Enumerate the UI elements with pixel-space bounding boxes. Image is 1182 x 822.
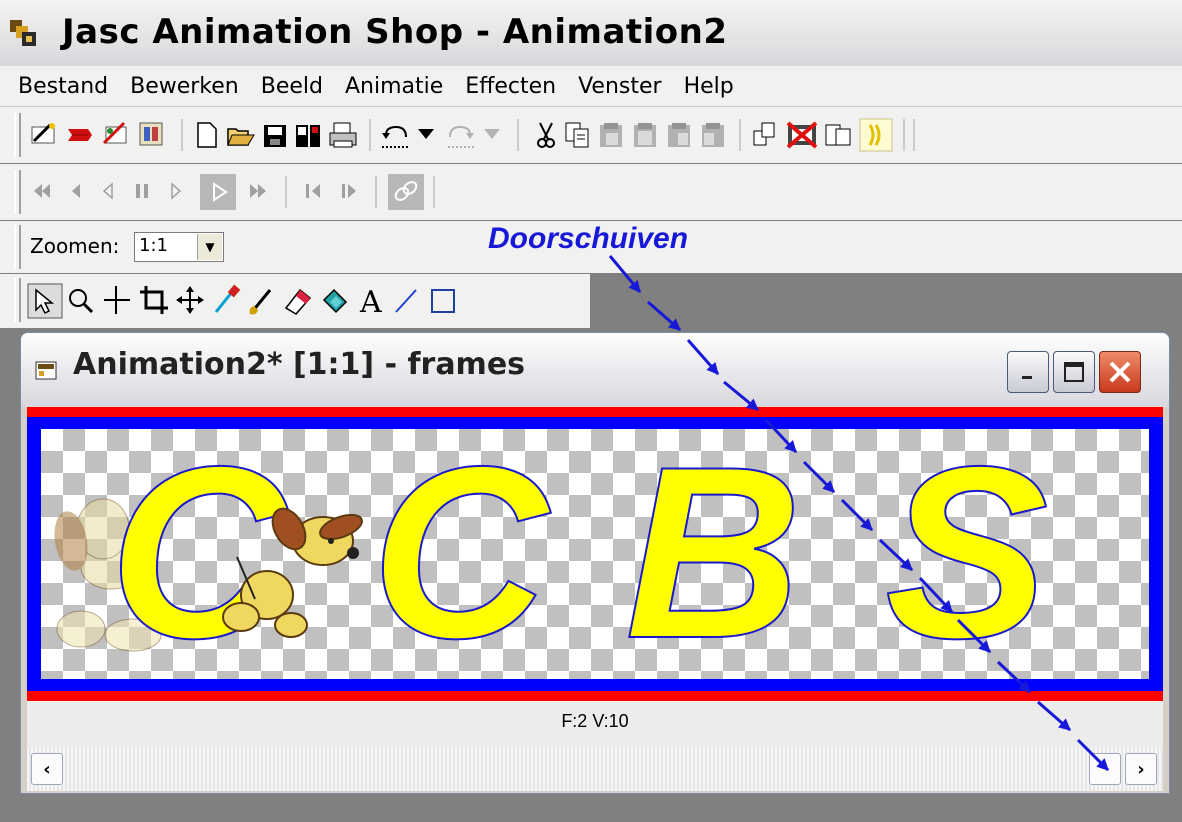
horizontal-scrollbar[interactable]: ‹ › (27, 747, 1163, 791)
menu-bar: Bestand Bewerken Beeld Animatie Effecten… (0, 66, 1182, 107)
pause-icon[interactable] (136, 184, 148, 198)
select-all-icon[interactable] (825, 124, 851, 146)
open-icon[interactable] (227, 128, 255, 146)
animation-wizard-icon[interactable] (31, 123, 55, 144)
letter-c-1: C (109, 429, 289, 679)
step-forward-icon[interactable] (171, 182, 182, 200)
paste-before-icon[interactable] (668, 123, 690, 147)
link-icon[interactable] (388, 174, 424, 210)
frame-image: C C B S (41, 429, 1149, 679)
toolbar-grip[interactable] (14, 278, 21, 322)
new-icon[interactable] (197, 122, 217, 148)
previous-icon[interactable] (306, 184, 320, 198)
scroll-right-button[interactable]: › (1125, 753, 1157, 785)
animation-window-title: Animation2* [1:1] - frames (73, 347, 526, 382)
dropper-tool-icon[interactable] (214, 284, 241, 313)
optimization-wizard-icon[interactable] (102, 121, 127, 145)
step-back-icon[interactable] (102, 182, 113, 200)
minimize-button[interactable] (1007, 351, 1049, 393)
annotation-text: Doorschuiven (488, 222, 689, 255)
last-frame-icon[interactable] (250, 184, 266, 198)
zoom-tool-icon[interactable] (69, 289, 94, 314)
frame-info: F:2 V:10 (561, 711, 629, 731)
redo-icon[interactable] (448, 125, 474, 148)
letter-c-2: C (371, 429, 551, 679)
text-tool-icon[interactable]: A (359, 285, 382, 320)
first-frame-icon[interactable] (34, 184, 50, 198)
banner-wizard-icon[interactable] (68, 129, 92, 141)
maximize-button[interactable] (1053, 351, 1095, 393)
tools-toolbar: A (0, 274, 590, 328)
letter-s: S (885, 429, 1048, 679)
maximize-icon (1064, 362, 1084, 382)
eraser-tool-icon[interactable] (284, 288, 312, 315)
arrow-tool-icon[interactable] (27, 283, 63, 319)
minimize-icon (1022, 376, 1032, 379)
paste-after-icon[interactable] (702, 123, 724, 147)
playback-toolbar-icons (34, 174, 435, 210)
print-icon[interactable] (329, 122, 357, 148)
menu-animatie[interactable]: Animatie (334, 74, 454, 99)
close-button[interactable] (1099, 351, 1141, 393)
delete-icon[interactable] (786, 121, 818, 149)
toolbar-grip[interactable] (14, 225, 21, 269)
play-icon[interactable] (200, 174, 236, 210)
view-effect-icon[interactable] (859, 118, 893, 152)
letter-b: B (625, 429, 802, 679)
close-icon (1109, 361, 1131, 383)
frame-artwork: C C B S (54, 429, 1049, 679)
svg-text:A: A (359, 285, 382, 320)
animation-window-title-bar[interactable]: Animation2* [1:1] - frames (21, 333, 1169, 407)
save-as-icon[interactable] (296, 125, 320, 147)
frame-canvas[interactable]: C C B S (27, 407, 1163, 701)
copy-icon[interactable] (565, 122, 589, 148)
save-icon[interactable] (264, 125, 286, 147)
main-toolbar-icons (31, 118, 915, 152)
app-title-bar: Jasc Animation Shop - Animation2 (0, 0, 1182, 67)
menu-venster[interactable]: Venster (567, 74, 673, 99)
crosshair-tool-icon[interactable] (104, 286, 130, 314)
toolbar-grip[interactable] (14, 170, 21, 214)
view-animation-icon[interactable] (139, 122, 163, 146)
paintbrush-tool-icon[interactable] (249, 289, 272, 315)
chevron-left-icon: ‹ (43, 758, 51, 780)
document-icon (35, 361, 57, 380)
redo-dropdown-icon[interactable] (484, 129, 500, 139)
toolbar-grip[interactable] (14, 113, 21, 157)
cut-icon[interactable] (537, 122, 555, 148)
menu-bestand[interactable]: Bestand (0, 74, 119, 99)
main-toolbar (0, 107, 1182, 163)
undo-icon[interactable] (382, 125, 408, 148)
chevron-right-icon: › (1137, 758, 1145, 780)
menu-effecten[interactable]: Effecten (454, 74, 567, 99)
tools-toolbar-icons: A (27, 283, 455, 320)
fill-tool-icon[interactable] (322, 288, 348, 314)
crop-tool-icon[interactable] (140, 286, 168, 314)
rectangle-tool-icon[interactable] (431, 289, 455, 313)
line-tool-icon[interactable] (395, 289, 417, 313)
paste-into-icon[interactable] (634, 123, 656, 147)
zoom-select[interactable]: 1:1 ▼ (134, 232, 224, 262)
scroll-thumb-button[interactable] (1089, 753, 1121, 785)
undo-dropdown-icon[interactable] (418, 129, 434, 139)
next-icon[interactable] (342, 184, 356, 198)
duplicate-icon[interactable] (753, 122, 775, 146)
paste-as-new-icon[interactable] (600, 123, 622, 147)
playback-toolbar (0, 164, 1182, 220)
animation-window: Animation2* [1:1] - frames C C B S F:2 V… (20, 332, 1170, 794)
chevron-down-icon[interactable]: ▼ (197, 234, 222, 260)
frame-info-bar: F:2 V:10 (27, 701, 1163, 747)
zoom-label: Zoomen: (30, 234, 120, 258)
menu-help[interactable]: Help (673, 74, 745, 99)
scroll-left-button[interactable]: ‹ (31, 753, 63, 785)
move-tool-icon[interactable] (176, 286, 204, 314)
menu-bewerken[interactable]: Bewerken (119, 74, 250, 99)
previous-frame-icon[interactable] (72, 184, 80, 198)
zoom-value: 1:1 (139, 235, 168, 256)
app-title: Jasc Animation Shop - Animation2 (62, 12, 728, 52)
menu-beeld[interactable]: Beeld (250, 74, 334, 99)
animation-shop-logo-icon (10, 20, 36, 46)
